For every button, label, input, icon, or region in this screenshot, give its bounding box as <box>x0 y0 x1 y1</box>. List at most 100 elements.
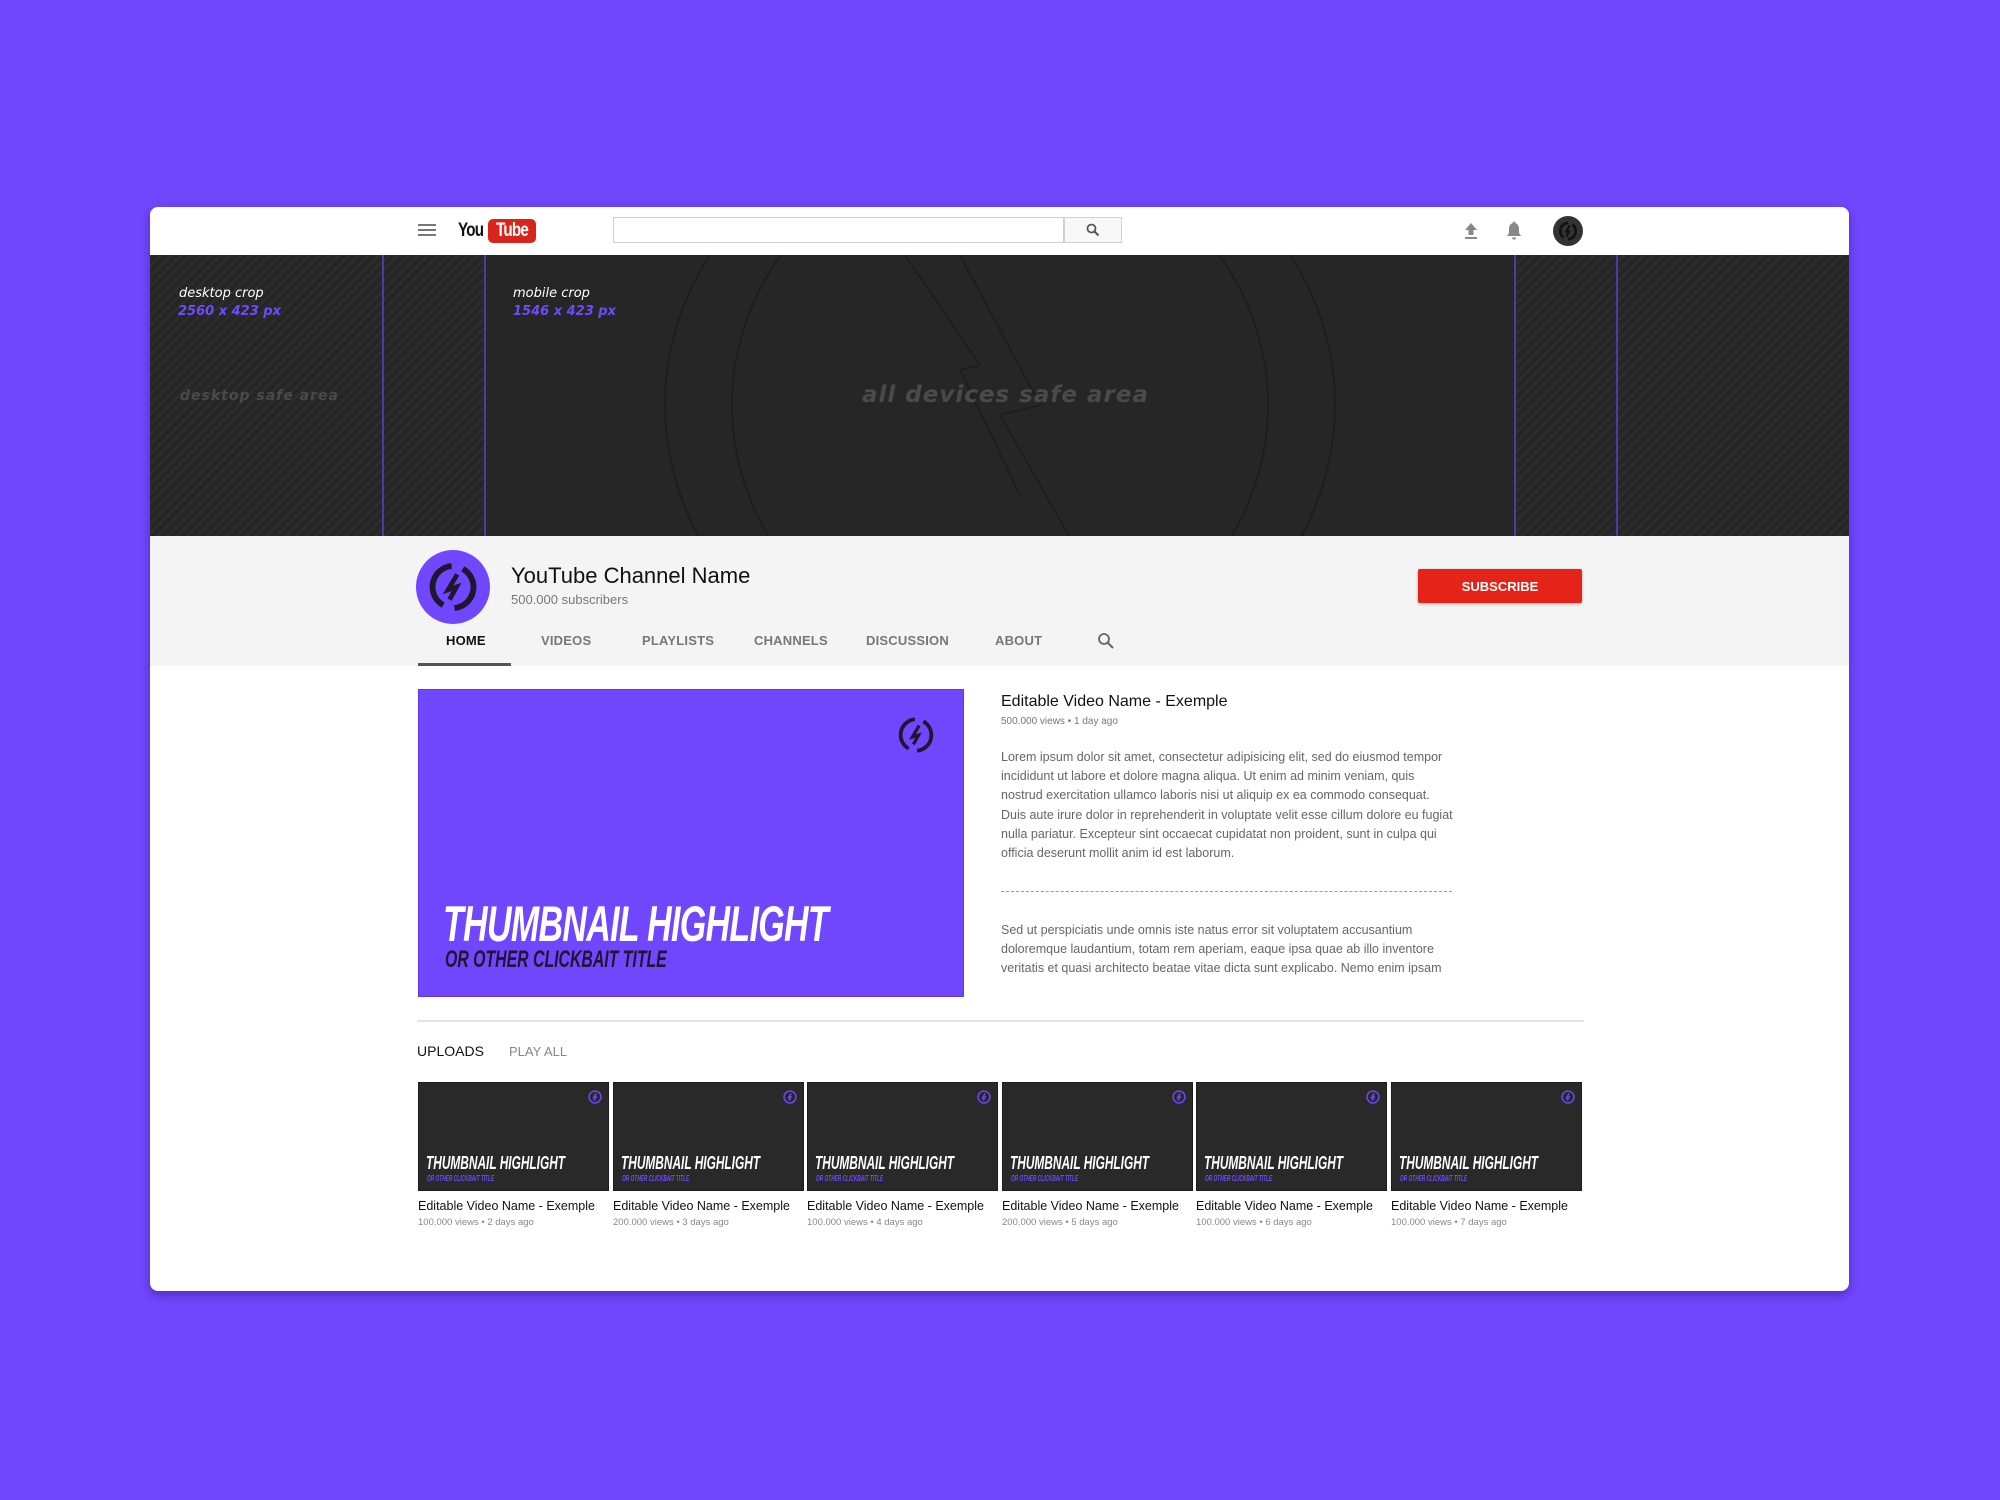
play-all-button[interactable]: PLAY ALL <box>509 1044 567 1059</box>
thumbnail-subline: OR OTHER CLICKBAIT TITLE <box>1400 1174 1468 1183</box>
thumbnail-headline: THUMBNAIL HIGHLIGHT <box>426 1153 566 1173</box>
account-avatar[interactable] <box>1553 216 1583 246</box>
thumbnail-subline: OR OTHER CLICKBAIT TITLE <box>816 1174 884 1183</box>
channel-logo-icon <box>429 563 477 611</box>
upload-video-card[interactable]: THUMBNAIL HIGHLIGHT OR OTHER CLICKBAIT TI… <box>1196 1082 1387 1228</box>
channel-logo-icon <box>783 1090 797 1104</box>
tab-channels[interactable]: CHANNELS <box>754 633 828 648</box>
desktop-crop-label: desktop crop <box>179 286 264 301</box>
description-line: nostrud exercitation ullamco laboris nis… <box>1001 788 1430 803</box>
description-line: doloremque laudantium, totam rem aperiam… <box>1001 942 1434 957</box>
upload-icon <box>1465 223 1477 239</box>
description-line: veritatis et quasi architecto beatae vit… <box>1001 961 1442 976</box>
tab-home[interactable]: HOME <box>446 633 486 648</box>
featured-video-title[interactable]: Editable Video Name - Exemple <box>1001 693 1228 711</box>
tab-playlists[interactable]: PLAYLISTS <box>642 633 714 648</box>
channel-avatar[interactable] <box>416 550 490 624</box>
channel-logo-icon <box>1366 1090 1380 1104</box>
upload-button[interactable] <box>1459 219 1483 243</box>
featured-description-2: Sed ut perspiciatis unde omnis iste natu… <box>1001 921 1471 979</box>
thumbnail-subline: OR OTHER CLICKBAIT TITLE <box>1011 1174 1079 1183</box>
logo-you-text: You <box>458 220 484 241</box>
thumbnail-subline: OR OTHER CLICKBAIT TITLE <box>427 1174 495 1183</box>
description-line: Lorem ipsum dolor sit amet, consectetur … <box>1001 750 1443 764</box>
tab-about[interactable]: ABOUT <box>995 633 1042 648</box>
video-thumbnail[interactable]: THUMBNAIL HIGHLIGHT OR OTHER CLICKBAIT TI… <box>418 1082 609 1191</box>
banner-desktop-right-area <box>1514 255 1849 536</box>
search-icon <box>1086 223 1100 237</box>
all-devices-safe-area-label: all devices safe area <box>862 382 1149 408</box>
video-thumbnail[interactable]: THUMBNAIL HIGHLIGHT OR OTHER CLICKBAIT TI… <box>1391 1082 1582 1191</box>
thumbnail-headline: THUMBNAIL HIGHLIGHT <box>443 896 829 952</box>
top-bar: You Tube <box>150 207 1849 255</box>
upload-video-card[interactable]: THUMBNAIL HIGHLIGHT OR OTHER CLICKBAIT TI… <box>613 1082 804 1228</box>
thumbnail-headline: THUMBNAIL HIGHLIGHT <box>815 1153 955 1173</box>
thumbnail-headline: THUMBNAIL HIGHLIGHT <box>621 1153 761 1173</box>
desktop-crop-guide-left <box>382 255 384 536</box>
video-title[interactable]: Editable Video Name - Exemple <box>1391 1199 1582 1213</box>
featured-video-meta: 500.000 views • 1 day ago <box>1001 716 1118 727</box>
upload-video-card[interactable]: THUMBNAIL HIGHLIGHT OR OTHER CLICKBAIT TI… <box>418 1082 609 1228</box>
video-meta: 100.000 views • 6 days ago <box>1196 1217 1312 1228</box>
video-meta: 200.000 views • 3 days ago <box>613 1217 729 1228</box>
channel-logo-icon <box>1558 221 1578 241</box>
mobile-crop-size: 1546 x 423 px <box>513 304 616 319</box>
mobile-crop-guide-right <box>1514 255 1516 536</box>
channel-logo-icon <box>1561 1090 1575 1104</box>
thumbnail-subline: OR OTHER CLICKBAIT TITLE <box>622 1174 690 1183</box>
video-title[interactable]: Editable Video Name - Exemple <box>613 1199 804 1213</box>
description-line: Sed ut perspiciatis unde omnis iste natu… <box>1001 923 1413 937</box>
notifications-button[interactable] <box>1502 219 1526 243</box>
thumbnail-subline: OR OTHER CLICKBAIT TITLE <box>1205 1174 1273 1183</box>
search-input[interactable] <box>614 218 1064 242</box>
video-meta: 200.000 views • 5 days ago <box>1002 1217 1118 1228</box>
section-divider <box>417 1020 1584 1022</box>
video-thumbnail[interactable]: THUMBNAIL HIGHLIGHT OR OTHER CLICKBAIT TI… <box>807 1082 998 1191</box>
featured-description-1: Lorem ipsum dolor sit amet, consectetur … <box>1001 748 1471 863</box>
mobile-crop-label: mobile crop <box>513 286 590 301</box>
subscriber-count: 500.000 subscribers <box>511 592 629 607</box>
subscribe-button[interactable]: SUBSCRIBE <box>1418 569 1582 603</box>
video-title[interactable]: Editable Video Name - Exemple <box>1196 1199 1387 1213</box>
active-tab-indicator <box>418 663 511 666</box>
video-title[interactable]: Editable Video Name - Exemple <box>1002 1199 1193 1213</box>
video-thumbnail[interactable]: THUMBNAIL HIGHLIGHT OR OTHER CLICKBAIT TI… <box>1196 1082 1387 1191</box>
logo-tube-badge: Tube <box>488 219 536 243</box>
description-line: Duis aute irure dolor in reprehenderit i… <box>1001 807 1453 822</box>
description-line: incididunt ut labore et dolore magna ali… <box>1001 769 1415 784</box>
youtube-logo[interactable]: You Tube <box>458 219 536 243</box>
desktop-crop-guide-right <box>1616 255 1618 536</box>
channel-logo-icon <box>1172 1090 1186 1104</box>
thumbnail-headline: THUMBNAIL HIGHLIGHT <box>1399 1153 1539 1173</box>
video-meta: 100.000 views • 2 days ago <box>418 1217 534 1228</box>
description-line: nulla pariatur. Excepteur sint occaecat … <box>1001 826 1437 841</box>
youtube-channel-window: You Tube desktop crop 2560 x 423 px mobi… <box>150 207 1849 1291</box>
thumbnail-subline: OR OTHER CLICKBAIT TITLE <box>445 946 667 973</box>
search-button[interactable] <box>1064 217 1122 243</box>
channel-logo-icon <box>588 1090 602 1104</box>
channel-search-button[interactable] <box>1097 632 1115 650</box>
search-box <box>613 217 1064 243</box>
bell-icon <box>1507 221 1521 240</box>
tab-videos[interactable]: VIDEOS <box>541 633 591 648</box>
tab-discussion[interactable]: DISCUSSION <box>866 633 949 648</box>
video-title[interactable]: Editable Video Name - Exemple <box>807 1199 998 1213</box>
video-meta: 100.000 views • 7 days ago <box>1391 1217 1507 1228</box>
upload-video-card[interactable]: THUMBNAIL HIGHLIGHT OR OTHER CLICKBAIT TI… <box>1002 1082 1193 1228</box>
thumbnail-headline: THUMBNAIL HIGHLIGHT <box>1204 1153 1344 1173</box>
mobile-crop-guide-left <box>484 255 486 536</box>
video-title[interactable]: Editable Video Name - Exemple <box>418 1199 609 1213</box>
channel-logo-icon <box>977 1090 991 1104</box>
video-thumbnail[interactable]: THUMBNAIL HIGHLIGHT OR OTHER CLICKBAIT TI… <box>613 1082 804 1191</box>
upload-video-card[interactable]: THUMBNAIL HIGHLIGHT OR OTHER CLICKBAIT TI… <box>807 1082 998 1228</box>
search-icon <box>1098 633 1114 649</box>
channel-logo-icon <box>898 717 934 753</box>
description-line: officia deserunt mollit anim id est labo… <box>1001 846 1235 861</box>
hamburger-icon[interactable] <box>418 223 436 237</box>
video-thumbnail[interactable]: THUMBNAIL HIGHLIGHT OR OTHER CLICKBAIT TI… <box>1002 1082 1193 1191</box>
thumbnail-headline: THUMBNAIL HIGHLIGHT <box>1010 1153 1150 1173</box>
uploads-heading[interactable]: UPLOADS <box>417 1043 484 1059</box>
featured-video-thumbnail[interactable]: THUMBNAIL HIGHLIGHT OR OTHER CLICKBAIT T… <box>418 689 964 997</box>
upload-video-card[interactable]: THUMBNAIL HIGHLIGHT OR OTHER CLICKBAIT TI… <box>1391 1082 1582 1228</box>
channel-banner: desktop crop 2560 x 423 px mobile crop 1… <box>150 255 1849 536</box>
